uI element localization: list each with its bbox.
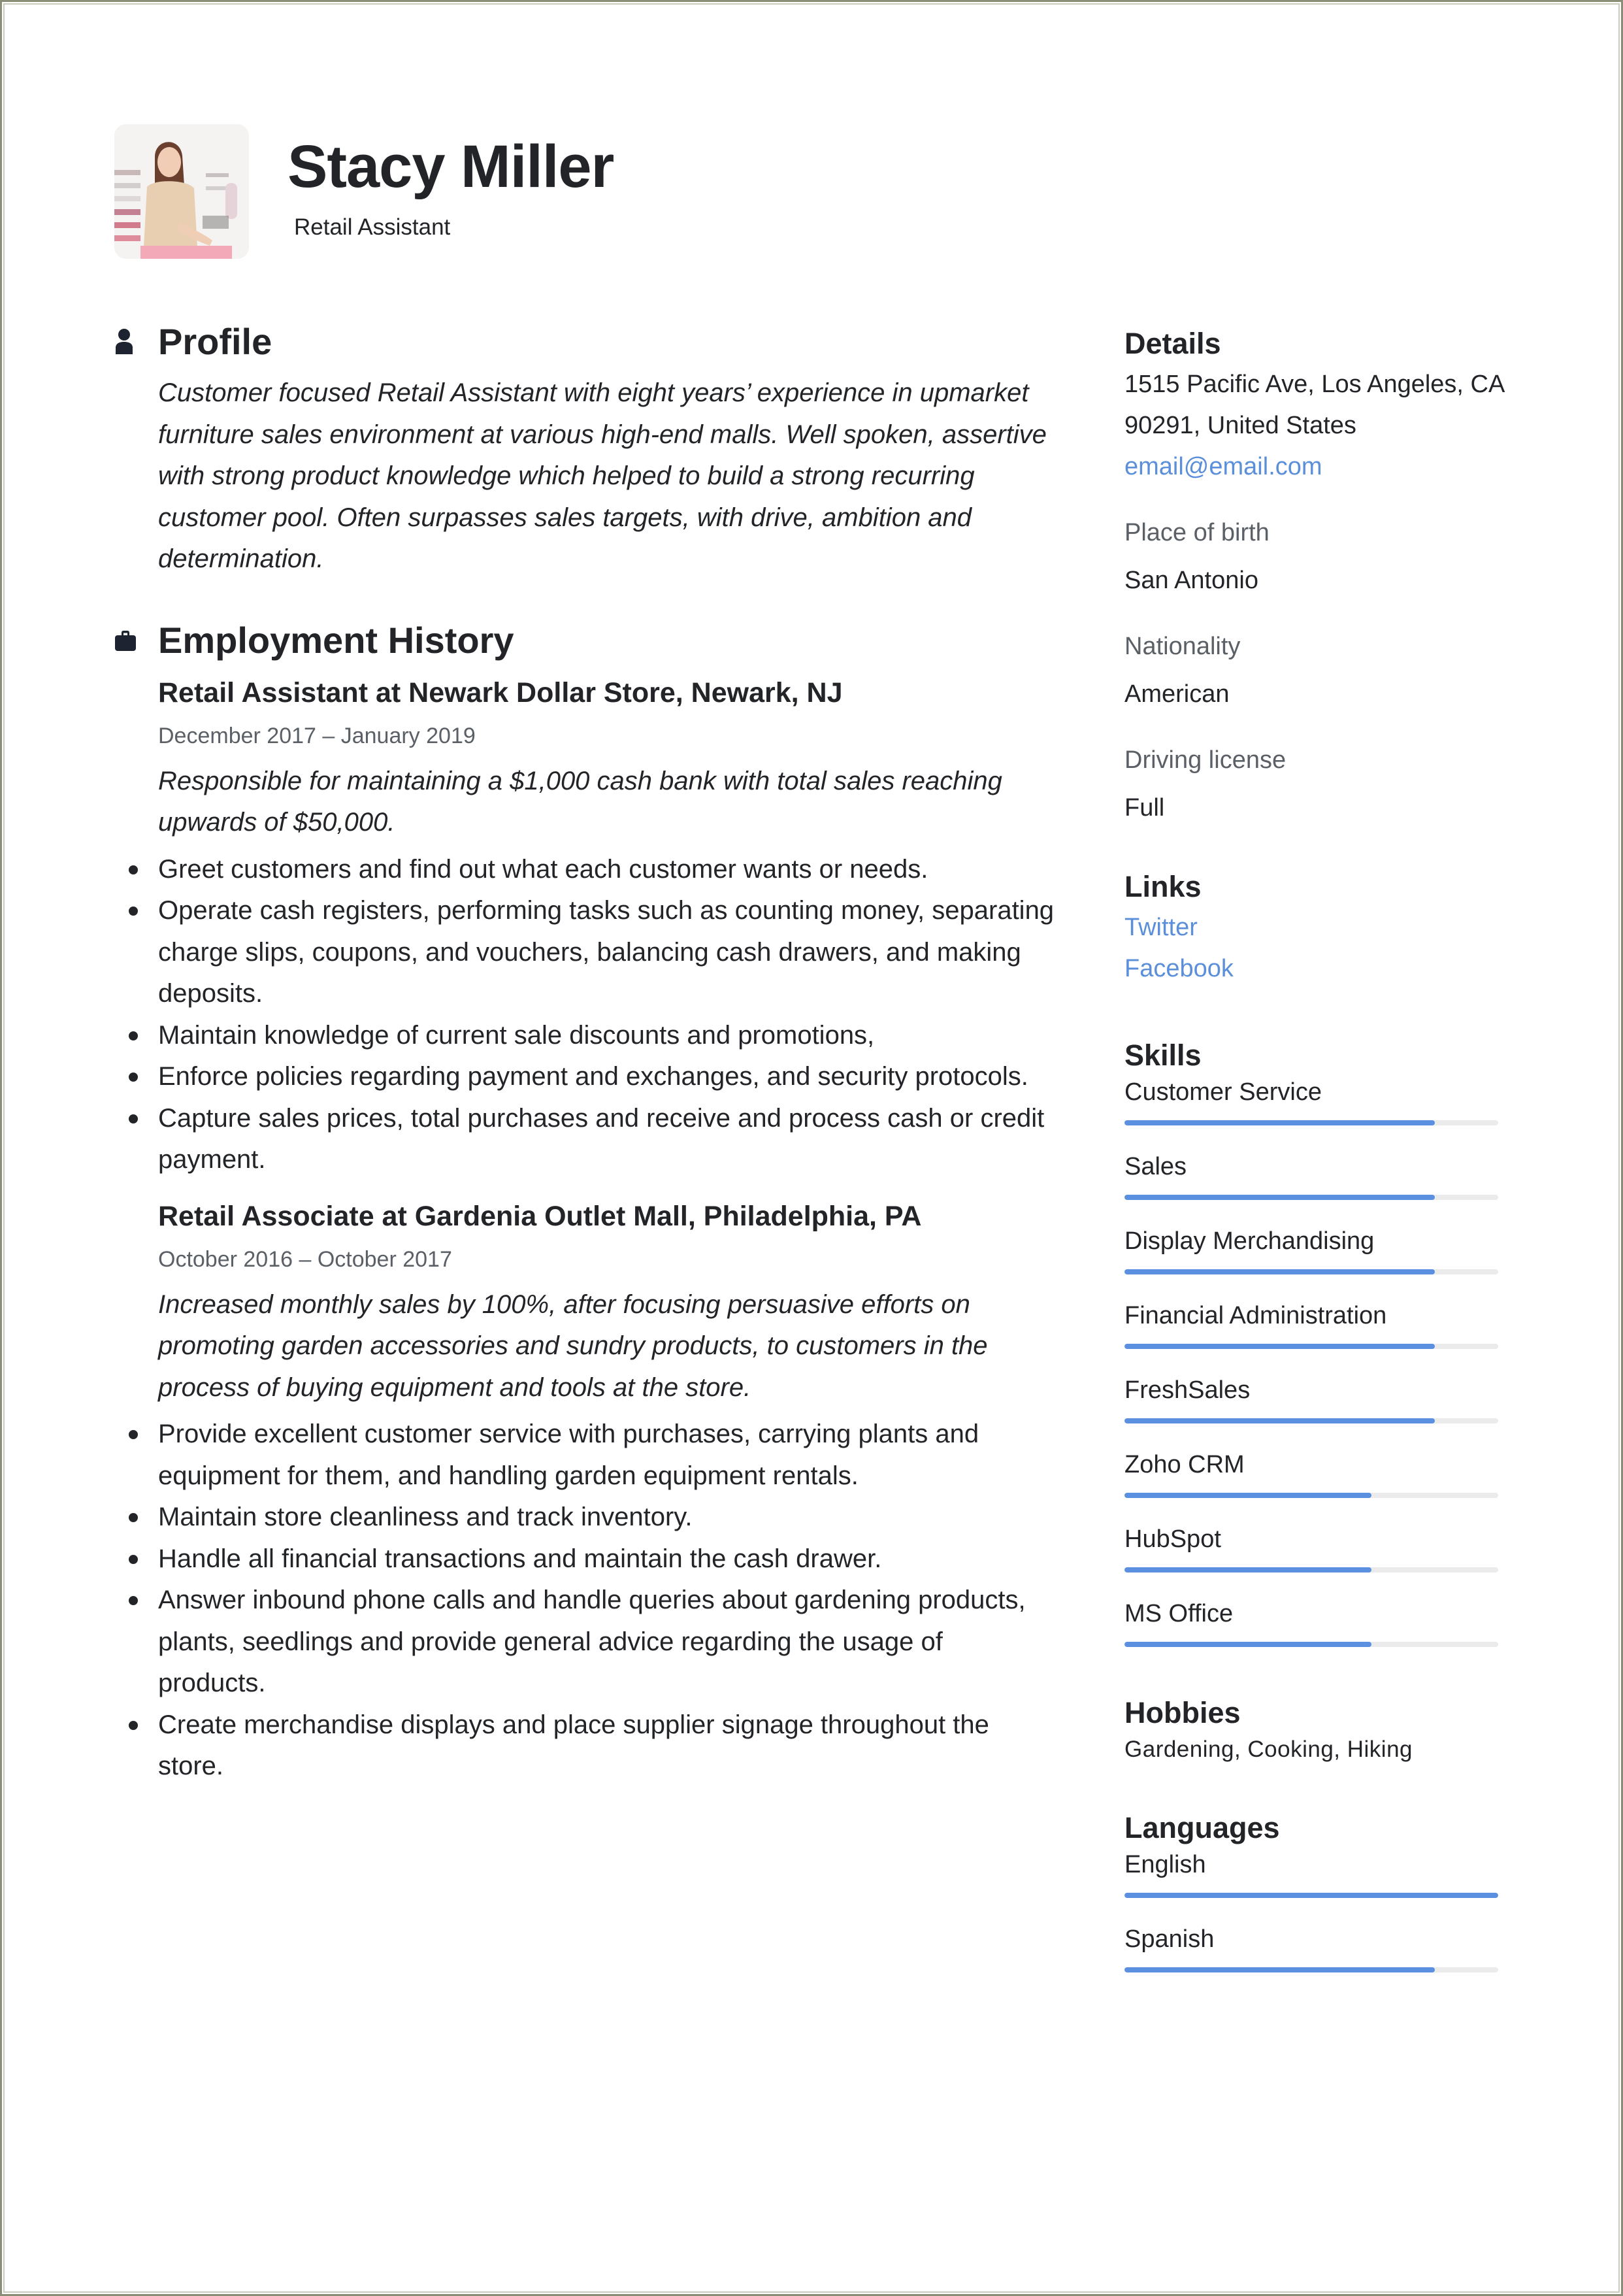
job-dates: October 2016 – October 2017 — [158, 1246, 452, 1272]
skill-level-bar — [1124, 1418, 1498, 1423]
language-item: Spanish — [1124, 1923, 1498, 1972]
skill-level-fill — [1124, 1195, 1435, 1200]
skill-item: Sales — [1124, 1150, 1498, 1200]
address-line-2: 90291, United States — [1124, 412, 1356, 439]
place-of-birth-value: San Antonio — [1124, 567, 1258, 594]
skill-level-fill — [1124, 1642, 1371, 1647]
driving-license-label: Driving license — [1124, 746, 1287, 774]
job-heading: Retail Associate at Gardenia Outlet Mall… — [158, 1200, 922, 1232]
candidate-job-title: Retail Assistant — [294, 214, 451, 240]
links-section: Links Twitter Facebook — [1124, 867, 1498, 990]
details-section: Details 1515 Pacific Ave, Los Angeles, C… — [1124, 324, 1505, 829]
employment-section: Employment History Retail Assistant at N… — [114, 613, 1055, 1788]
email-link[interactable]: email@email.com — [1124, 446, 1498, 488]
hobbies-section: Hobbies Gardening, Cooking, Hiking — [1124, 1693, 1498, 1766]
skill-level-fill — [1124, 1493, 1371, 1498]
skill-name: Financial Administration — [1124, 1302, 1387, 1329]
job-dates: December 2017 – January 2019 — [158, 723, 476, 748]
address-line-1: 1515 Pacific Ave, Los Angeles, CA — [1124, 371, 1505, 398]
person-icon — [114, 325, 158, 358]
job-summary: Increased monthly sales by 100%, after f… — [158, 1289, 988, 1402]
profile-photo-image — [114, 124, 249, 259]
skill-item: Customer Service — [1124, 1076, 1498, 1125]
profile-photo — [114, 124, 249, 259]
job-bullet: Maintain store cleanliness and track inv… — [114, 1497, 1055, 1539]
job-heading: Retail Assistant at Newark Dollar Store,… — [158, 676, 843, 708]
skill-level-bar — [1124, 1120, 1498, 1125]
skill-level-bar — [1124, 1567, 1498, 1572]
profile-summary: Customer focused Retail Assistant with e… — [158, 378, 1047, 573]
job-bullets: Greet customers and find out what each c… — [114, 849, 1055, 1181]
details-title: Details — [1124, 327, 1221, 360]
main-column: Profile Customer focused Retail Assistan… — [114, 314, 1055, 1788]
job-summary: Responsible for maintaining a $1,000 cas… — [158, 766, 1002, 837]
skill-item: HubSpot — [1124, 1523, 1498, 1572]
job-entry: Retail Associate at Gardenia Outlet Mall… — [129, 1198, 1055, 1788]
job-bullet: Handle all financial transactions and ma… — [114, 1539, 1055, 1580]
sidebar: Details 1515 Pacific Ave, Los Angeles, C… — [1124, 324, 1505, 1972]
facebook-link[interactable]: Facebook — [1124, 948, 1498, 990]
skill-level-bar — [1124, 1344, 1498, 1349]
briefcase-icon — [114, 624, 158, 657]
language-item: English — [1124, 1848, 1498, 1898]
skill-item: Zoho CRM — [1124, 1448, 1498, 1498]
skill-name: HubSpot — [1124, 1525, 1221, 1553]
profile-section: Profile Customer focused Retail Assistan… — [114, 314, 1055, 580]
language-name: Spanish — [1124, 1925, 1215, 1953]
skill-level-fill — [1124, 1344, 1435, 1349]
links-title: Links — [1124, 870, 1202, 903]
employment-heading: Employment History — [114, 613, 1055, 668]
skill-level-fill — [1124, 1567, 1371, 1572]
skill-name: MS Office — [1124, 1600, 1234, 1627]
language-level-fill — [1124, 1967, 1435, 1972]
skills-list: Customer Service Sales Display Merchandisi… — [1124, 1076, 1498, 1647]
languages-section: Languages English Spanish — [1124, 1808, 1498, 1972]
job-bullet: Capture sales prices, total purchases an… — [114, 1098, 1055, 1181]
skill-level-fill — [1124, 1418, 1435, 1423]
place-of-birth-label: Place of birth — [1124, 519, 1270, 546]
skill-item: Display Merchandising — [1124, 1225, 1498, 1274]
profile-title: Profile — [158, 320, 272, 362]
skill-level-bar — [1124, 1493, 1498, 1498]
skills-title: Skills — [1124, 1039, 1202, 1072]
skill-name: Customer Service — [1124, 1078, 1322, 1106]
twitter-link[interactable]: Twitter — [1124, 907, 1498, 948]
skill-level-fill — [1124, 1269, 1435, 1274]
skill-name: FreshSales — [1124, 1376, 1251, 1404]
hobbies-text: Gardening, Cooking, Hiking — [1124, 1737, 1413, 1762]
language-level-fill — [1124, 1893, 1498, 1898]
hobbies-title: Hobbies — [1124, 1696, 1241, 1729]
skill-level-bar — [1124, 1269, 1498, 1274]
nationality-label: Nationality — [1124, 633, 1241, 660]
skill-level-bar — [1124, 1195, 1498, 1200]
employment-title: Employment History — [158, 620, 514, 661]
skill-name: Zoho CRM — [1124, 1451, 1245, 1478]
job-bullet: Create merchandise displays and place su… — [114, 1705, 1055, 1788]
skill-item: FreshSales — [1124, 1374, 1498, 1423]
candidate-name: Stacy Miller — [287, 133, 614, 200]
skill-level-bar — [1124, 1642, 1498, 1647]
profile-heading: Profile — [114, 314, 1055, 369]
job-bullet: Operate cash registers, performing tasks… — [114, 890, 1055, 1015]
skill-name: Sales — [1124, 1153, 1187, 1180]
job-bullet: Provide excellent customer service with … — [114, 1414, 1055, 1497]
job-entry: Retail Assistant at Newark Dollar Store,… — [129, 674, 1055, 1181]
job-bullet: Greet customers and find out what each c… — [114, 849, 1055, 891]
job-bullet: Enforce policies regarding payment and e… — [114, 1056, 1055, 1098]
skills-section: Skills Customer Service Sales Display Merc… — [1124, 1035, 1498, 1647]
job-bullet: Maintain knowledge of current sale disco… — [114, 1015, 1055, 1057]
job-bullets: Provide excellent customer service with … — [114, 1414, 1055, 1788]
skill-name: Display Merchandising — [1124, 1227, 1375, 1255]
skill-item: Financial Administration — [1124, 1299, 1498, 1349]
language-name: English — [1124, 1851, 1206, 1878]
languages-list: English Spanish — [1124, 1848, 1498, 1972]
skill-level-fill — [1124, 1120, 1435, 1125]
language-level-bar — [1124, 1893, 1498, 1898]
job-bullet: Answer inbound phone calls and handle qu… — [114, 1580, 1055, 1705]
language-level-bar — [1124, 1967, 1498, 1972]
driving-license-value: Full — [1124, 794, 1165, 822]
skill-item: MS Office — [1124, 1597, 1498, 1647]
nationality-value: American — [1124, 680, 1230, 708]
languages-title: Languages — [1124, 1811, 1280, 1844]
